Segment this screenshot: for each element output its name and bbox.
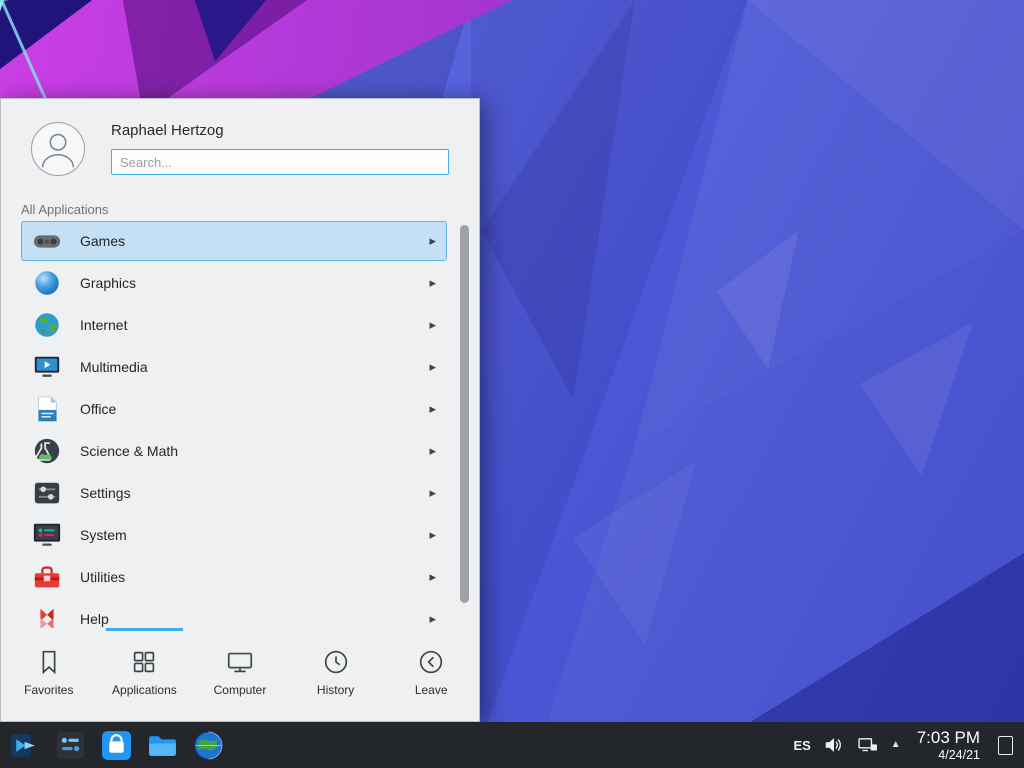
tab-computer[interactable]: Computer [192,628,288,722]
expand-tray-icon[interactable]: ▲ [891,740,901,750]
network-button[interactable] [857,734,879,756]
file-manager-button[interactable] [146,729,179,762]
tab-favorites[interactable]: Favorites [1,628,97,722]
chevron-right-icon: ▸ [429,485,436,501]
chevron-right-icon: ▸ [429,569,436,585]
help-icon [32,604,62,628]
kickoff-icon [8,729,41,762]
digital-clock[interactable]: 7:03 PM 4/24/21 [917,728,980,761]
application-launcher-popup: Raphael Hertzog All Applications Games▸G… [0,98,480,722]
tab-bar: Favorites Applications Computer History Leav… [1,628,479,722]
globe-icon [32,310,62,340]
category-item-multimedia[interactable]: Multimedia ▸ [21,347,447,387]
tab-label: Applications [112,683,177,697]
speaker-icon [823,734,845,756]
category-list: Games▸Graphics▸Internet▸Multimedia▸Offic… [21,221,447,628]
taskbar: ES ▲ 7:03 PM 4/24/21 [0,722,1024,768]
category-item-utilities[interactable]: Utilities ▸ [21,557,447,597]
flask-icon [32,436,62,466]
chevron-right-icon: ▸ [429,275,436,291]
tab-history[interactable]: History [288,628,384,722]
category-label: Settings [80,485,131,501]
section-label: All Applications [21,202,108,217]
category-label: Utilities [80,569,125,585]
web-browser-button[interactable] [192,729,225,762]
chevron-right-icon: ▸ [429,611,436,627]
show-desktop-button[interactable] [994,725,1016,765]
chevron-right-icon: ▸ [429,401,436,417]
network-wired-icon [857,734,879,756]
category-item-games[interactable]: Games ▸ [21,221,447,261]
show-desktop-icon [998,736,1013,755]
leave-circle-icon [416,647,446,677]
chevron-right-icon: ▸ [429,527,436,543]
category-item-help[interactable]: Help ▸ [21,599,447,628]
keyboard-layout-indicator[interactable]: ES [793,738,810,753]
system-tray: ES ▲ 7:03 PM 4/24/21 [793,725,1016,765]
gamepad-icon [32,226,62,256]
palette-sphere-icon [32,268,62,298]
category-item-settings[interactable]: Settings ▸ [21,473,447,513]
category-label: Help [80,611,109,627]
tab-applications[interactable]: Applications [97,628,193,722]
chevron-right-icon: ▸ [429,317,436,333]
tab-label: Favorites [24,683,73,697]
clock-date: 4/24/21 [917,748,980,762]
application-launcher-button[interactable] [8,729,41,762]
toolbox-icon [32,562,62,592]
computer-icon [225,647,255,677]
discover-bag-icon [100,729,133,762]
chevron-right-icon: ▸ [429,359,436,375]
search-input[interactable] [111,149,449,175]
tab-label: Computer [214,683,267,697]
chevron-right-icon: ▸ [429,233,436,249]
chevron-right-icon: ▸ [429,443,436,459]
clock-time: 7:03 PM [917,728,980,747]
folder-icon [146,729,179,762]
discover-software-center-button[interactable] [100,729,133,762]
category-item-graphics[interactable]: Graphics ▸ [21,263,447,303]
category-label: Office [80,401,116,417]
task-manager-settings-button[interactable] [54,729,87,762]
category-item-science-math[interactable]: Science & Math ▸ [21,431,447,471]
media-monitor-icon [32,352,62,382]
desktop: Raphael Hertzog All Applications Games▸G… [0,0,1024,768]
app-grid-icon [129,647,159,677]
category-item-internet[interactable]: Internet ▸ [21,305,447,345]
settings-icon [32,478,62,508]
task-manager-icon [54,729,87,762]
user-avatar[interactable] [31,122,85,176]
document-icon [32,394,62,424]
category-item-office[interactable]: Office ▸ [21,389,447,429]
browser-globe-icon [192,729,225,762]
tab-label: Leave [415,683,448,697]
tab-label: History [317,683,354,697]
category-label: Science & Math [80,443,178,459]
user-name: Raphael Hertzog [111,122,224,139]
category-label: Graphics [80,275,136,291]
scrollbar-thumb[interactable] [460,225,469,603]
system-monitor-icon [32,520,62,550]
category-label: Multimedia [80,359,148,375]
tab-leave[interactable]: Leave [383,628,479,722]
volume-button[interactable] [823,734,845,756]
history-clock-icon [321,647,351,677]
category-item-system[interactable]: System ▸ [21,515,447,555]
category-label: Games [80,233,125,249]
category-label: Internet [80,317,127,333]
bookmark-icon [34,647,64,677]
tray-icons [823,734,879,756]
category-label: System [80,527,127,543]
taskbar-launchers [8,729,225,762]
